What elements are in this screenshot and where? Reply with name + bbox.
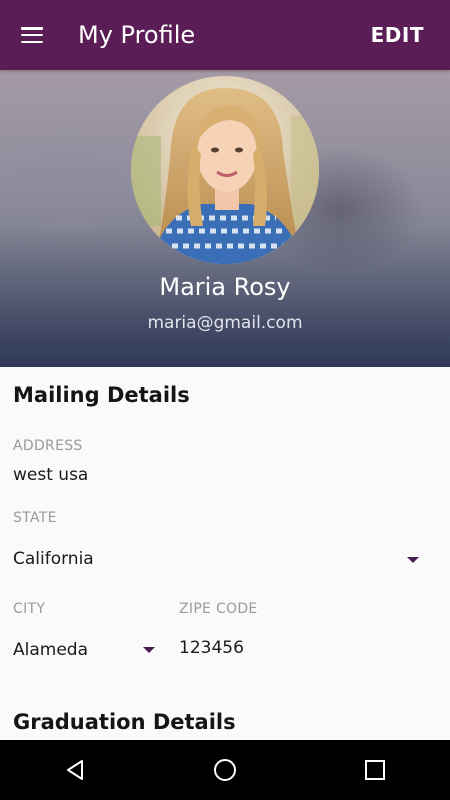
recents-button[interactable]	[345, 740, 405, 800]
city-dropdown[interactable]: Alameda	[0, 632, 170, 668]
city-label: CITY	[13, 601, 46, 617]
profile-email: maria@gmail.com	[147, 313, 303, 333]
system-navigation-bar	[0, 740, 450, 800]
city-selected-value: Alameda	[13, 640, 88, 660]
avatar[interactable]	[131, 76, 319, 264]
home-button[interactable]	[195, 740, 255, 800]
back-triangle-icon	[67, 760, 83, 780]
home-circle-icon	[214, 759, 236, 781]
state-selected-value: California	[13, 549, 94, 569]
zip-code-field[interactable]: 123456	[179, 638, 244, 658]
edit-button[interactable]: EDIT	[371, 23, 424, 47]
graduation-details-title: Graduation Details	[13, 710, 236, 734]
profile-name: Maria Rosy	[159, 273, 291, 301]
menu-button[interactable]	[14, 0, 50, 70]
back-button[interactable]	[45, 740, 105, 800]
profile-header: Maria Rosy maria@gmail.com	[0, 70, 450, 367]
hamburger-menu-icon	[21, 27, 43, 43]
chevron-down-icon	[143, 647, 155, 653]
recents-square-icon	[365, 760, 385, 780]
address-label: ADDRESS	[13, 438, 83, 454]
state-label: STATE	[13, 510, 57, 526]
page-title: My Profile	[78, 21, 196, 49]
zip-code-label: ZIPE CODE	[179, 601, 258, 617]
profile-photo	[131, 76, 319, 264]
state-dropdown[interactable]: California	[0, 542, 450, 578]
address-field[interactable]: west usa	[13, 465, 88, 485]
app-bar: My Profile EDIT	[0, 0, 450, 70]
profile-details: Mailing Details ADDRESS west usa STATE C…	[0, 367, 450, 740]
mailing-details-title: Mailing Details	[13, 383, 190, 407]
chevron-down-icon	[407, 557, 419, 563]
